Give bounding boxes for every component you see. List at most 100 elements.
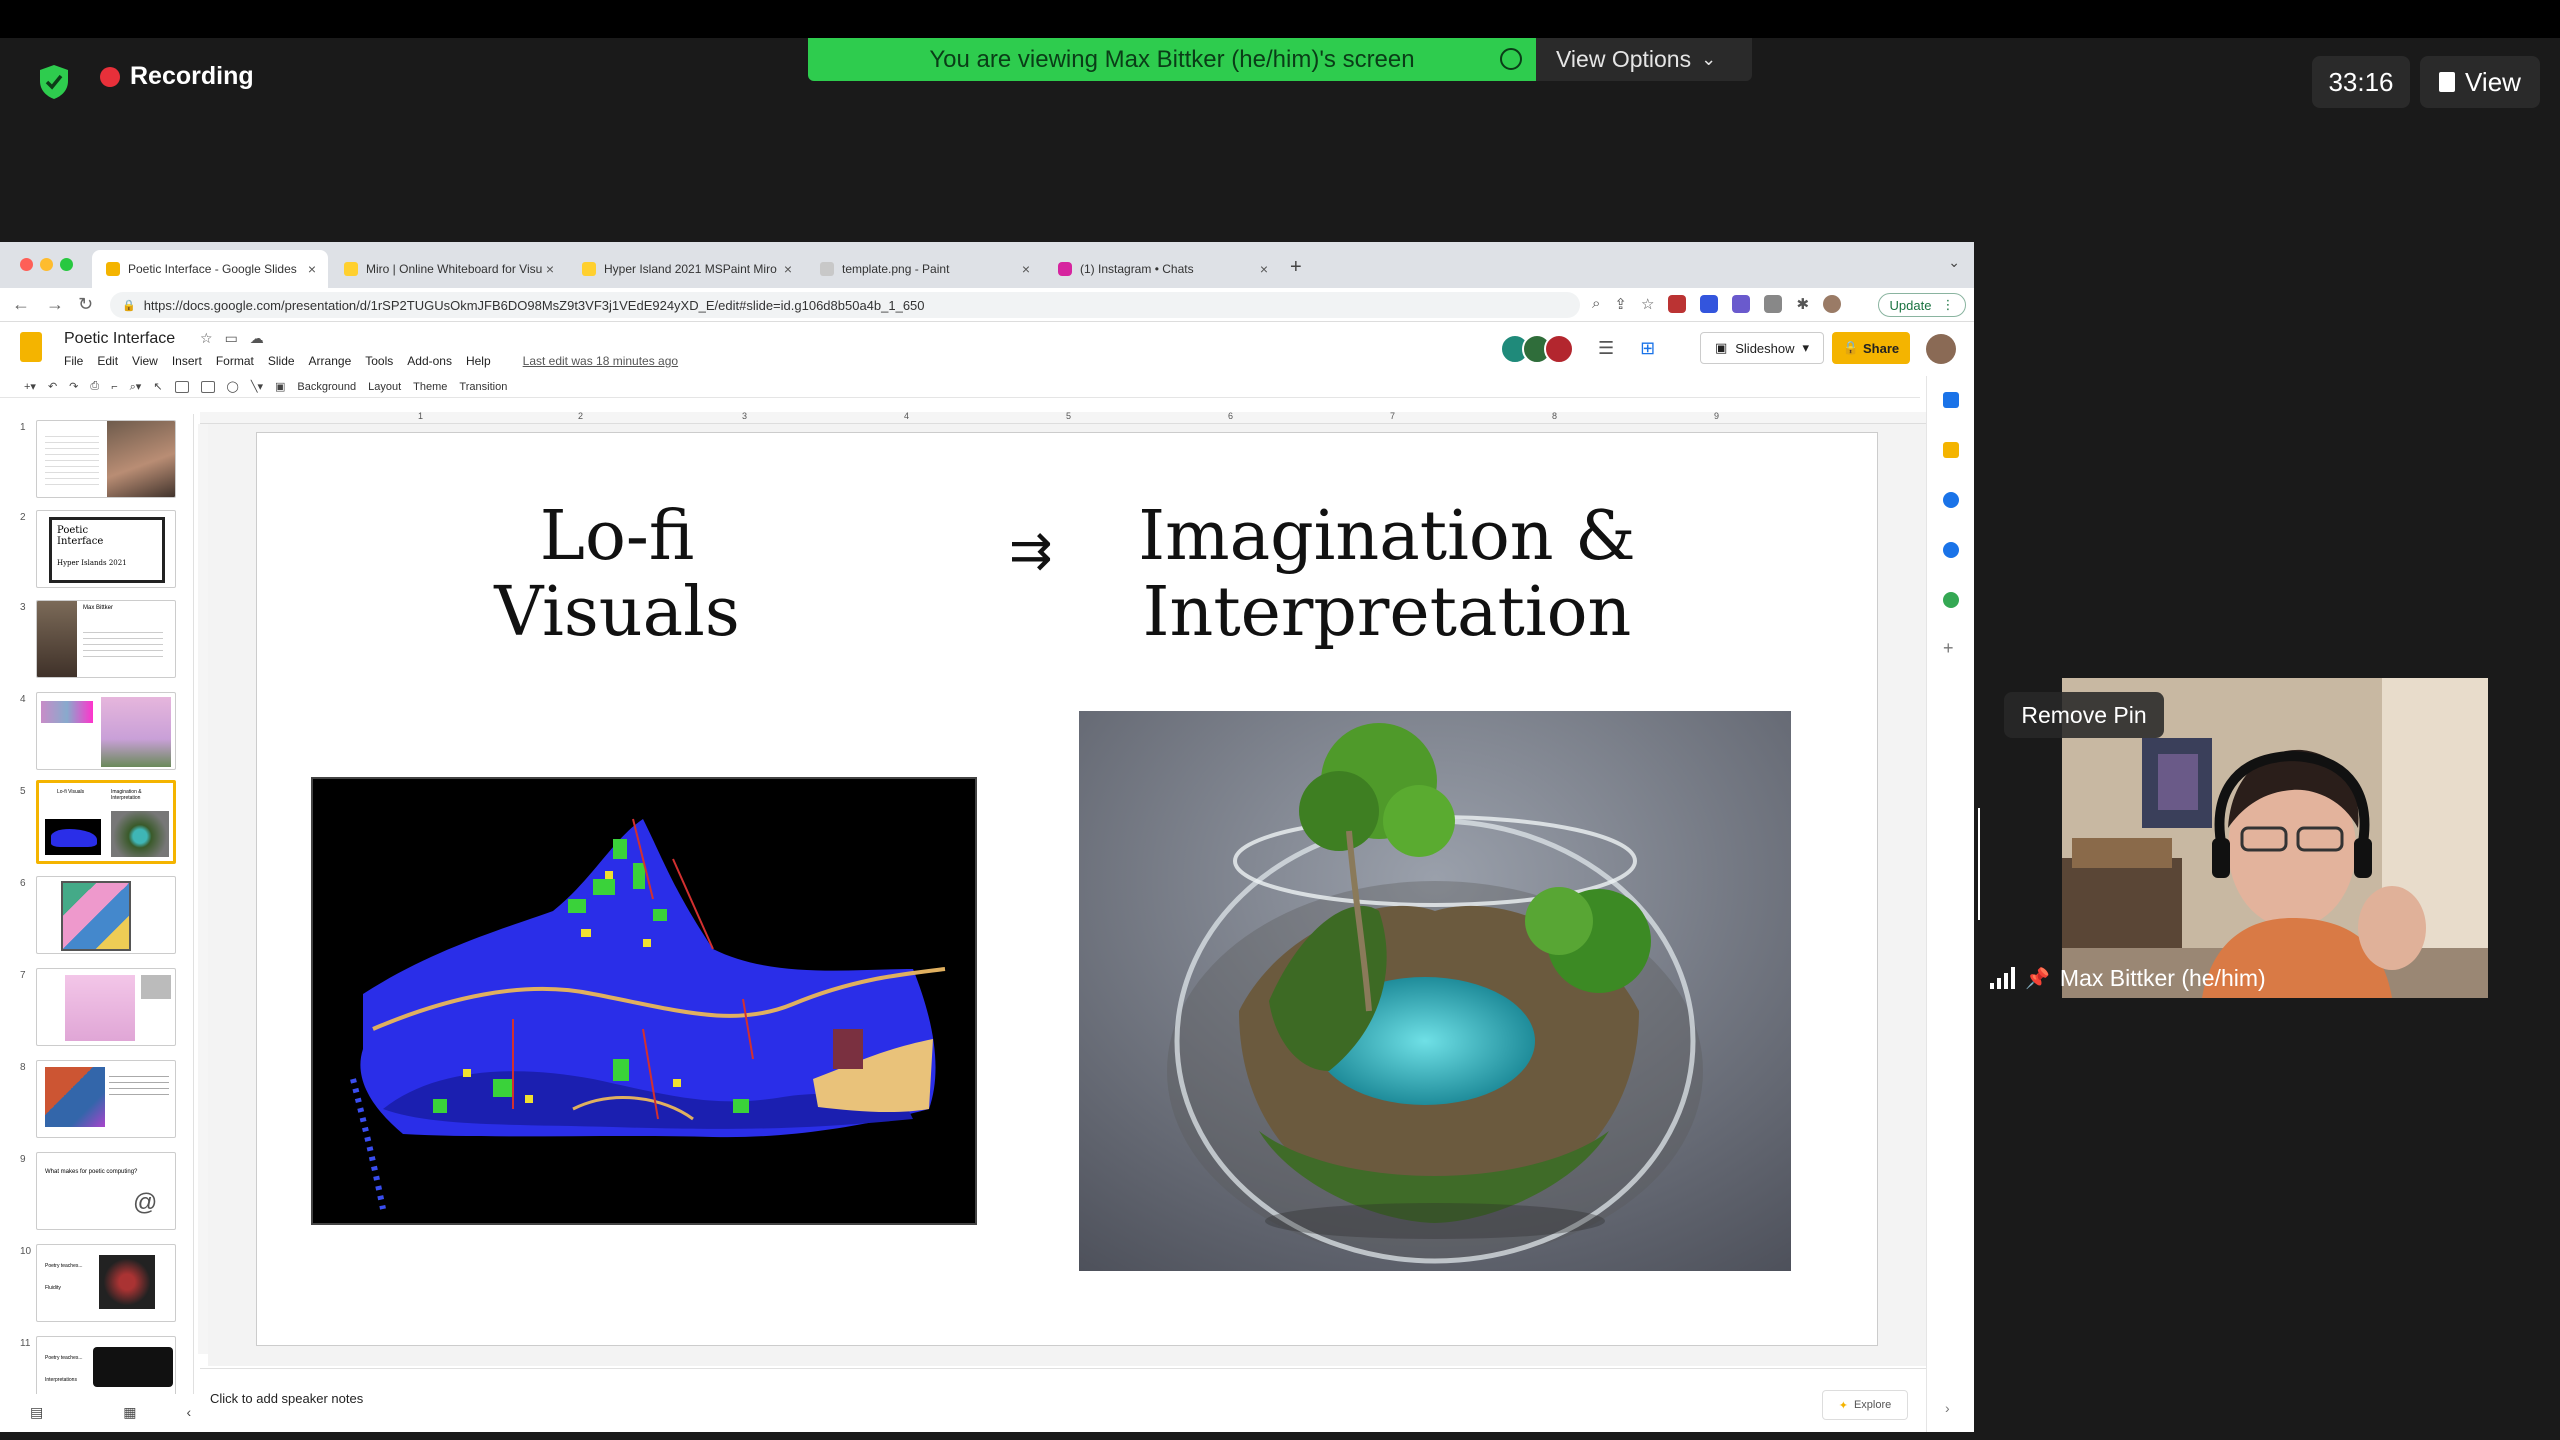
minimize-window-icon[interactable] <box>40 258 53 271</box>
shape-icon[interactable]: ◯ <box>227 380 239 393</box>
url-field[interactable]: 🔒 https://docs.google.com/presentation/d… <box>110 292 1580 318</box>
meet-icon[interactable]: ⊞ <box>1640 338 1655 359</box>
tab-paint[interactable]: template.png - Paint × <box>806 250 1042 288</box>
grid-view-icon[interactable]: ▦ <box>123 1404 136 1421</box>
view-options-button[interactable]: View Options ⌄ <box>1536 38 1752 81</box>
view-button[interactable]: View <box>2420 56 2540 108</box>
calendar-icon[interactable] <box>1943 392 1959 408</box>
shield-icon[interactable] <box>38 64 70 100</box>
zoom-icon[interactable]: ⌕ <box>1592 295 1600 313</box>
expand-chevron-icon[interactable]: › <box>1945 1400 1950 1416</box>
layout-button[interactable]: Layout <box>368 381 401 393</box>
add-on-plus-icon[interactable]: + <box>1943 638 1954 659</box>
slide-thumbnail-5[interactable]: Lo-fi Visuals Imagination & Interpretati… <box>36 780 176 864</box>
filmstrip-view-icon[interactable]: ▤ <box>30 1404 43 1421</box>
star-icon[interactable]: ☆ <box>200 330 213 347</box>
line-icon[interactable]: ╲▾ <box>251 380 263 393</box>
tab-hyper-island[interactable]: Hyper Island 2021 MSPaint Miro × <box>568 250 804 288</box>
tab-instagram[interactable]: (1) Instagram • Chats × <box>1044 250 1280 288</box>
slide-canvas[interactable]: Lo-fi Visuals ⇉ Imagination & Interpreta… <box>208 424 1926 1366</box>
slide-thumbnail-8[interactable] <box>36 1060 176 1138</box>
menu-insert[interactable]: Insert <box>172 354 202 368</box>
bookmark-star-icon[interactable]: ☆ <box>1641 295 1654 313</box>
collapse-panel-icon[interactable]: ‹ <box>186 1404 191 1421</box>
move-folder-icon[interactable]: ▭ <box>225 330 238 347</box>
close-tab-icon[interactable]: × <box>1260 261 1268 277</box>
slide-thumbnail-4[interactable] <box>36 692 176 770</box>
menu-arrange[interactable]: Arrange <box>309 354 352 368</box>
close-window-icon[interactable] <box>20 258 33 271</box>
speaker-notes[interactable]: Click to add speaker notes <box>200 1368 1926 1432</box>
reload-icon[interactable]: ↻ <box>78 294 93 315</box>
undo-icon[interactable]: ↶ <box>48 380 57 393</box>
maximize-window-icon[interactable] <box>60 258 73 271</box>
new-slide-icon[interactable]: +▾ <box>24 380 36 393</box>
contacts-icon[interactable] <box>1943 542 1959 558</box>
tasks-icon[interactable] <box>1943 492 1959 508</box>
paint-format-icon[interactable]: ⌐ <box>111 381 117 393</box>
text-box-icon[interactable] <box>174 380 189 393</box>
slide-thumbnail-9[interactable]: What makes for poetic computing? @ <box>36 1152 176 1230</box>
zoom-icon[interactable]: ⌕▾ <box>130 380 142 394</box>
slide-thumbnail-2[interactable]: Poetic Interface Hyper Islands 2021 <box>36 510 176 588</box>
new-tab-icon[interactable]: + <box>1290 256 1302 279</box>
profile-avatar-icon[interactable] <box>1823 295 1842 313</box>
slide-right-heading[interactable]: Imagination & Interpretation <box>1117 498 1657 651</box>
cloud-saved-icon[interactable]: ☁ <box>250 330 264 347</box>
background-button[interactable]: Background <box>297 381 356 393</box>
chevron-down-icon[interactable]: ▾ <box>1803 340 1810 356</box>
remove-pin-button[interactable]: Remove Pin <box>2004 692 2164 738</box>
menu-file[interactable]: File <box>64 354 83 368</box>
tab-search-icon[interactable]: ⌄ <box>1948 254 1960 271</box>
avatar[interactable] <box>1544 334 1574 364</box>
extension-calendar-icon[interactable] <box>1668 295 1687 313</box>
menu-tools[interactable]: Tools <box>365 354 393 368</box>
tab-miro[interactable]: Miro | Online Whiteboard for Visual Coll… <box>330 250 566 288</box>
slide-thumbnail-7[interactable] <box>36 968 176 1046</box>
slide-thumbnail-1[interactable] <box>36 420 176 498</box>
current-slide[interactable]: Lo-fi Visuals ⇉ Imagination & Interpreta… <box>256 432 1878 1346</box>
close-tab-icon[interactable]: × <box>1022 261 1030 277</box>
share-button[interactable]: 🔒 Share <box>1832 332 1910 364</box>
last-edit-link[interactable]: Last edit was 18 minutes ago <box>523 354 678 368</box>
slide-thumbnail-3[interactable]: Max Bittker <box>36 600 176 678</box>
slideshow-button[interactable]: ▣ Slideshow ▾ <box>1700 332 1824 364</box>
menu-add-ons[interactable]: Add-ons <box>407 354 452 368</box>
comments-icon[interactable]: ☰ <box>1598 338 1614 359</box>
print-icon[interactable]: ⎙ <box>90 380 99 393</box>
extension-figma-icon[interactable] <box>1700 295 1719 313</box>
tab-poetic-interface[interactable]: Poetic Interface - Google Slides × <box>92 250 328 288</box>
redo-icon[interactable]: ↷ <box>69 380 78 393</box>
google-slides-logo-icon[interactable] <box>20 332 42 362</box>
select-icon[interactable]: ↖ <box>153 380 162 393</box>
share-page-icon[interactable]: ⇪ <box>1614 295 1627 313</box>
close-tab-icon[interactable]: × <box>784 261 792 277</box>
slide-left-heading[interactable]: Lo-fi Visuals <box>407 498 827 651</box>
transition-button[interactable]: Transition <box>459 381 507 393</box>
menu-view[interactable]: View <box>132 354 158 368</box>
close-tab-icon[interactable]: × <box>308 261 316 277</box>
slide-thumbnail-6[interactable] <box>36 876 176 954</box>
maps-icon[interactable] <box>1943 592 1959 608</box>
image-icon[interactable] <box>200 380 215 393</box>
forward-icon[interactable]: → <box>46 294 64 315</box>
menu-help[interactable]: Help <box>466 354 491 368</box>
lofi-pixel-art-image[interactable] <box>311 777 977 1225</box>
explore-button[interactable]: ✦ Explore <box>1822 1390 1908 1420</box>
terrarium-photo[interactable] <box>1079 711 1791 1271</box>
extension-gear-icon[interactable] <box>1732 295 1751 313</box>
comment-icon[interactable]: ▣ <box>275 380 285 393</box>
menu-edit[interactable]: Edit <box>97 354 118 368</box>
back-icon[interactable]: ← <box>12 294 30 315</box>
slide-thumbnail-11[interactable]: Poetry teaches... Interpretations <box>36 1336 176 1394</box>
menu-format[interactable]: Format <box>216 354 254 368</box>
update-button[interactable]: Update ⋮ <box>1878 293 1966 317</box>
close-tab-icon[interactable]: × <box>546 261 554 277</box>
recording-indicator[interactable]: Recording <box>100 62 254 91</box>
theme-button[interactable]: Theme <box>413 381 447 393</box>
keep-icon[interactable] <box>1943 442 1959 458</box>
resize-handle[interactable] <box>1978 808 1984 920</box>
slide-thumbnail-10[interactable]: Poetry teaches... Fluidity <box>36 1244 176 1322</box>
puzzle-icon[interactable]: ✱ <box>1796 295 1809 313</box>
menu-slide[interactable]: Slide <box>268 354 295 368</box>
